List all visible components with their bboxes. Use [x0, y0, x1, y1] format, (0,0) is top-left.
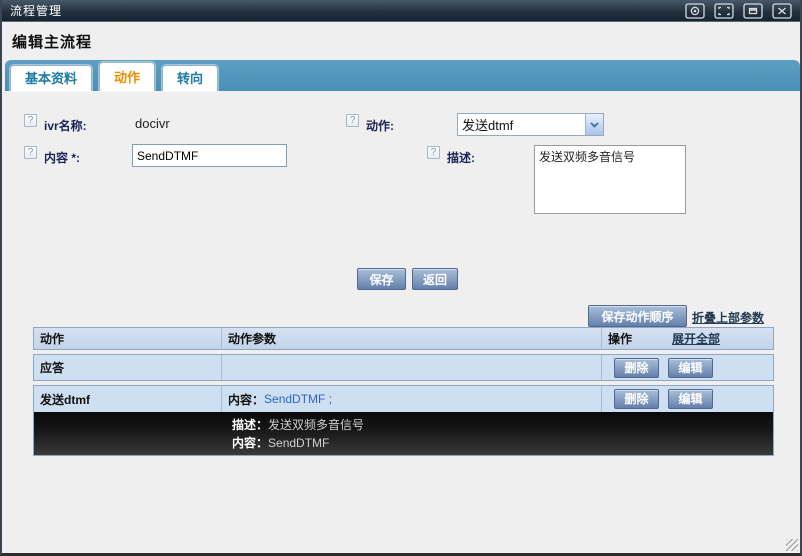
collapse-upper-params-link[interactable]: 折叠上部参数: [692, 309, 764, 326]
edit-button[interactable]: 编辑: [668, 389, 713, 409]
row-action-name: 发送dtmf: [34, 391, 221, 408]
edit-button[interactable]: 编辑: [668, 358, 713, 378]
table-row: 发送dtmf 内容：SendDTMF ; 删除 编辑: [34, 386, 773, 412]
fullscreen-icon[interactable]: [714, 2, 734, 19]
expanded-detail-panel: 描述：发送双频多音信号 内容：SendDTMF: [34, 412, 773, 455]
chevron-down-icon[interactable]: [585, 114, 603, 135]
back-button[interactable]: 返回: [412, 268, 458, 290]
table-header-row: 动作 动作参数 操作 展开全部: [33, 327, 774, 350]
help-icon[interactable]: ?: [24, 146, 37, 159]
detail-content-value: SendDTMF: [268, 436, 329, 450]
delete-button[interactable]: 删除: [614, 389, 659, 409]
delete-button[interactable]: 删除: [614, 358, 659, 378]
row-param-label: 内容：: [228, 391, 264, 408]
circle-dot-icon[interactable]: [685, 2, 705, 19]
expand-all-link[interactable]: 展开全部: [672, 330, 720, 347]
row-action-name: 应答: [34, 359, 221, 376]
action-table: 动作 动作参数 操作 展开全部 应答 删除 编辑 发送dtmf 内容：SendD…: [33, 327, 774, 456]
restore-icon[interactable]: [743, 2, 763, 19]
tab-action[interactable]: 动作: [99, 62, 155, 91]
help-icon[interactable]: ?: [427, 146, 440, 159]
save-button[interactable]: 保存: [357, 268, 406, 290]
description-label: 描述:: [447, 149, 475, 166]
row-params: [221, 355, 601, 380]
detail-desc-value: 发送双频多音信号: [268, 418, 364, 432]
action-select[interactable]: 发送dtmf: [457, 113, 604, 136]
table-row: 应答 删除 编辑: [33, 354, 774, 381]
tab-strip: 基本资料 动作 转向: [5, 60, 800, 91]
page-title: 编辑主流程: [12, 31, 92, 52]
tab-basic-info[interactable]: 基本资料: [10, 65, 92, 91]
help-icon[interactable]: ?: [24, 114, 37, 127]
tab-redirect[interactable]: 转向: [162, 65, 218, 91]
description-textarea[interactable]: 发送双频多音信号: [534, 145, 686, 214]
col-header-params: 动作参数: [221, 328, 601, 349]
row-param-value: SendDTMF ;: [264, 392, 332, 406]
ivr-name-value: docivr: [135, 116, 170, 131]
content-input[interactable]: [132, 144, 287, 167]
detail-content-label: 内容：: [232, 436, 268, 450]
title-bar: 流程管理: [2, 0, 800, 22]
col-header-action: 动作: [34, 330, 221, 347]
window-controls: [685, 2, 792, 19]
col-header-operation: 操作: [608, 330, 632, 347]
close-icon[interactable]: [772, 2, 792, 19]
help-icon[interactable]: ?: [346, 114, 359, 127]
content-label: 内容 *:: [44, 149, 80, 166]
action-label: 动作:: [366, 117, 394, 134]
process-management-window: 流程管理: [0, 0, 802, 556]
ivr-name-label: ivr名称:: [44, 117, 87, 134]
resize-grip[interactable]: [786, 539, 798, 551]
action-select-value: 发送dtmf: [458, 115, 585, 134]
save-action-order-button[interactable]: 保存动作顺序: [588, 305, 687, 327]
window-title: 流程管理: [2, 2, 62, 19]
table-row-expanded-group: 发送dtmf 内容：SendDTMF ; 删除 编辑 描述：发送双频多音信号 内…: [33, 385, 774, 456]
detail-desc-label: 描述：: [232, 418, 268, 432]
